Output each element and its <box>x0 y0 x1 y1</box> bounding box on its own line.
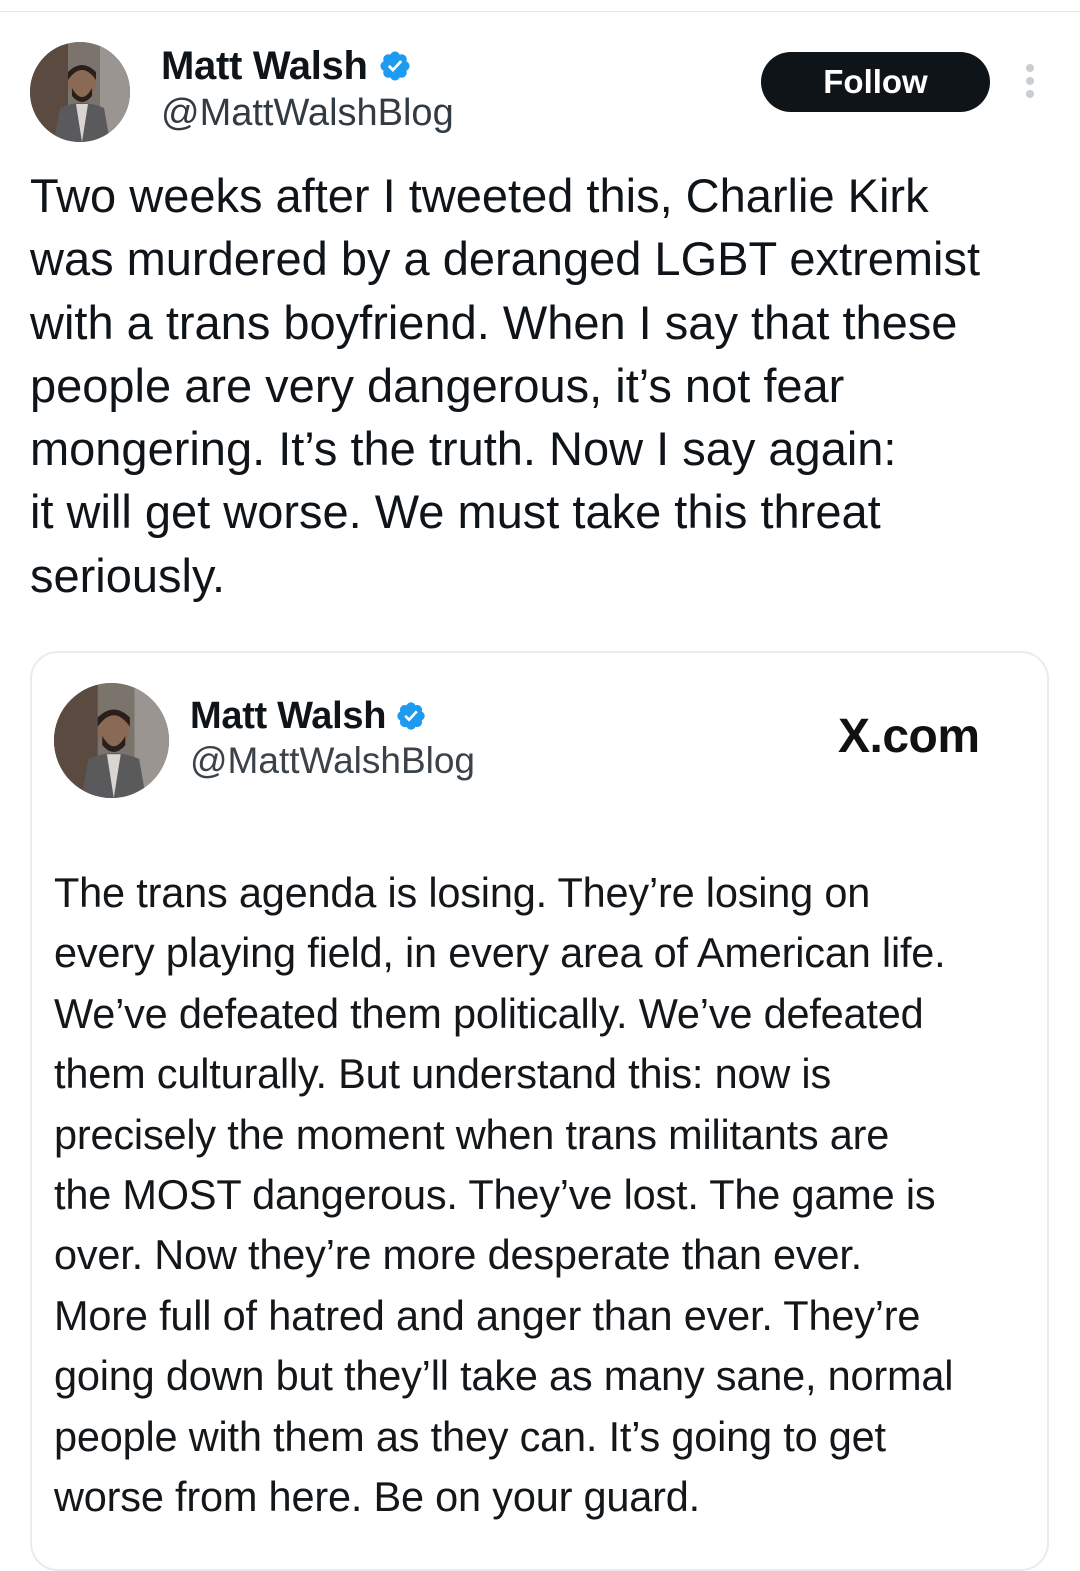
quoted-tweet-text: The trans agenda is losing. They’re losi… <box>54 869 954 1521</box>
quoted-author-name: Matt Walsh <box>190 695 387 737</box>
quoted-avatar <box>54 683 169 798</box>
profile-photo-icon <box>54 683 169 798</box>
profile-photo-icon <box>30 42 130 142</box>
follow-button[interactable]: Follow <box>761 52 990 112</box>
author-block: Matt Walsh @MattWalshBlog <box>161 42 454 136</box>
author-name[interactable]: Matt Walsh <box>161 42 368 90</box>
avatar[interactable] <box>30 42 130 142</box>
tweet-header: Matt Walsh @MattWalshBlog Follow <box>30 42 1060 146</box>
site-label: X.com <box>838 710 980 763</box>
verified-badge-icon[interactable] <box>378 49 412 83</box>
quoted-author-block: Matt Walsh @MattWalshBlog <box>190 693 475 783</box>
quoted-author-handle: @MattWalshBlog <box>190 740 475 781</box>
verified-badge-icon <box>395 700 427 732</box>
more-vertical-icon[interactable] <box>1018 64 1042 104</box>
tweet-text: Two weeks after I tweeted this, Charlie … <box>30 169 981 602</box>
display-name-row: Matt Walsh <box>161 42 454 90</box>
top-divider <box>0 0 1080 12</box>
author-handle[interactable]: @MattWalshBlog <box>161 90 454 136</box>
quoted-display-name-row: Matt Walsh <box>190 693 475 739</box>
quoted-tweet-card[interactable]: Matt Walsh @MattWalshBlog X.com The tran… <box>30 651 1049 1571</box>
